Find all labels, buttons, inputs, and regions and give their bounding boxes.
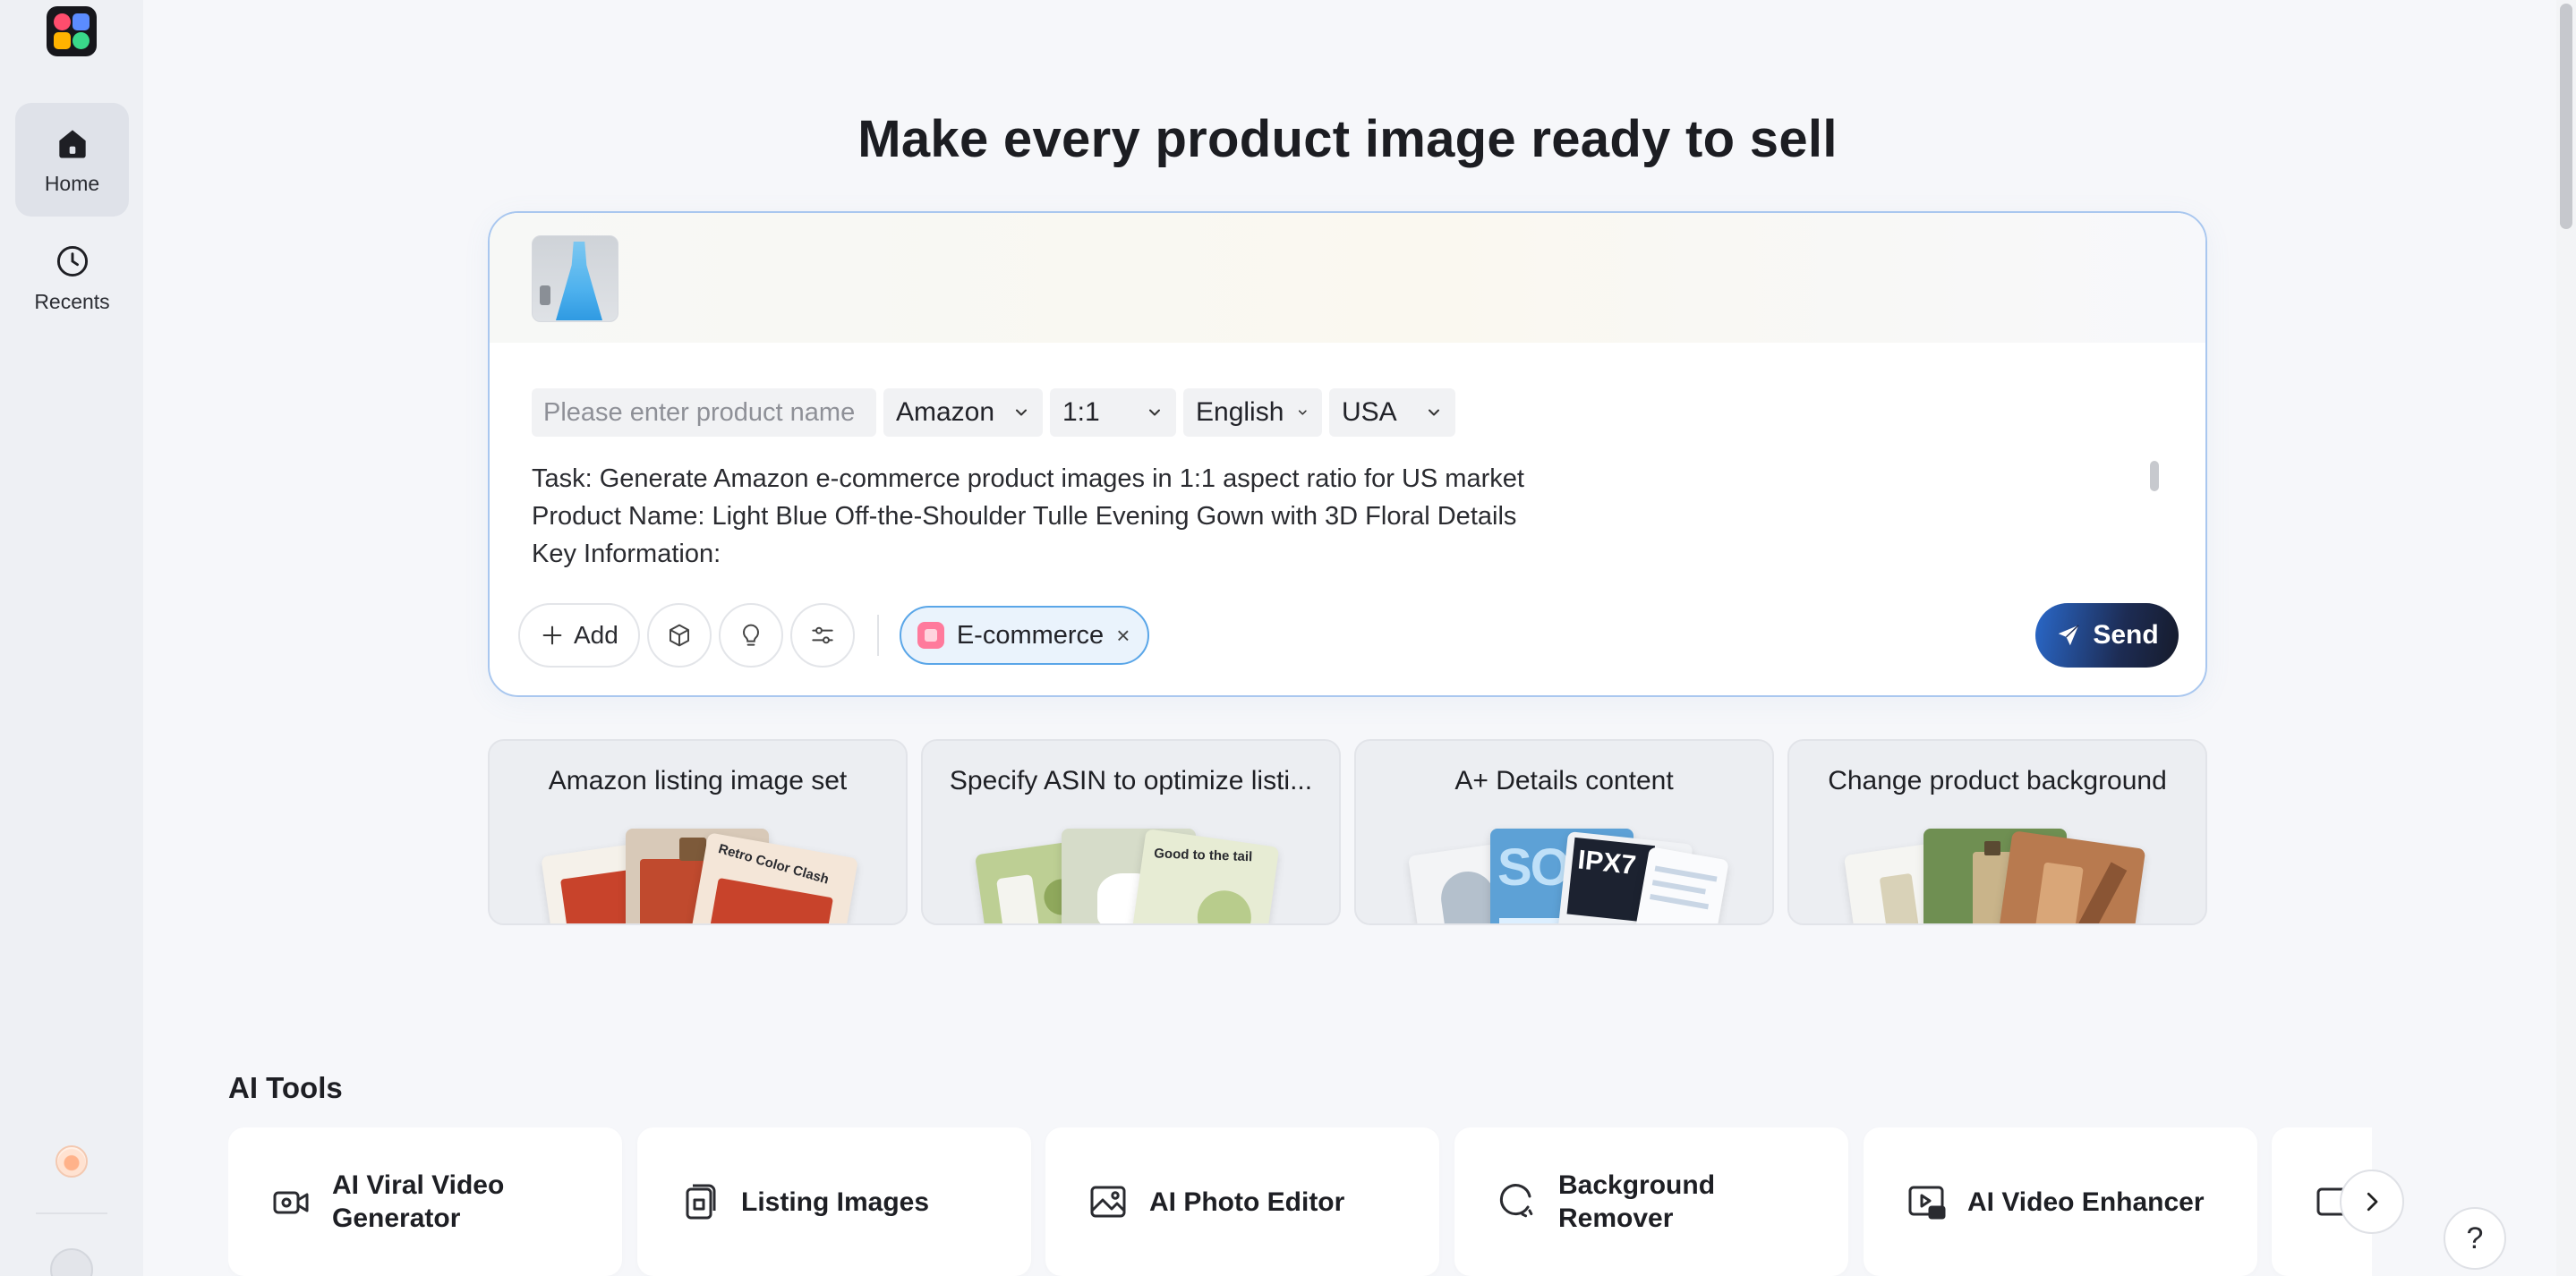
- tool-label: Listing Images: [741, 1187, 930, 1217]
- clock-icon: [56, 245, 88, 277]
- tool-listing-images[interactable]: Listing Images: [637, 1127, 1031, 1276]
- page-title: Make every product image ready to sell: [857, 110, 1838, 168]
- region-select[interactable]: USA: [1329, 388, 1455, 437]
- sidebar-item-recents[interactable]: Recents: [15, 221, 129, 335]
- sliders-icon: [812, 626, 833, 644]
- home-icon: [58, 130, 86, 158]
- template-card-title: Change product background: [1828, 766, 2167, 795]
- region-select-value: USA: [1342, 397, 1397, 427]
- close-icon[interactable]: ×: [1116, 622, 1130, 650]
- add-button[interactable]: Add: [518, 603, 640, 668]
- chevron-down-icon: [1299, 410, 1308, 415]
- ecommerce-tag-icon: [917, 622, 944, 649]
- template-card-asin-optimize[interactable]: Specify ASIN to optimize listi... Good t…: [921, 739, 1341, 925]
- template-card-a-plus-content[interactable]: A+ Details content SO IPX7: [1354, 739, 1774, 925]
- help-button[interactable]: ?: [2444, 1207, 2506, 1270]
- product-thumbnail[interactable]: [532, 235, 618, 322]
- prompt-composer: Amazon 1:1 English USA Task: Generate Am…: [488, 211, 2207, 697]
- chevron-down-icon: [1149, 409, 1160, 416]
- product-name-input[interactable]: [532, 388, 876, 437]
- ai-tools-carousel: AI Viral Video Generator Listing Images …: [228, 1127, 2372, 1276]
- plus-icon: [542, 625, 562, 645]
- tool-label: AI Viral Video Generator: [332, 1170, 505, 1233]
- template-card-title: Amazon listing image set: [548, 766, 848, 795]
- sidebar-item-label: Recents: [34, 290, 110, 313]
- template-cards: Amazon listing image set Retro Color Cla…: [488, 739, 2207, 925]
- page-scrollbar-thumb[interactable]: [2560, 4, 2572, 229]
- add-button-label: Add: [574, 621, 618, 649]
- inspiration-button[interactable]: [718, 603, 783, 668]
- prompt-scrollbar[interactable]: [2150, 461, 2159, 491]
- tool-background-remover[interactable]: Background Remover: [1454, 1127, 1848, 1276]
- tool-label: AI Photo Editor: [1149, 1187, 1345, 1217]
- language-select-value: English: [1196, 397, 1284, 427]
- background-remover-icon: [1499, 1184, 1533, 1218]
- avatar[interactable]: [50, 1248, 93, 1276]
- template-card-amazon-listing[interactable]: Amazon listing image set Retro Color Cla…: [488, 739, 908, 925]
- app-logo[interactable]: [47, 6, 97, 56]
- tool-ai-video-enhancer[interactable]: AI Video Enhancer: [1864, 1127, 2257, 1276]
- tools-next-button[interactable]: [2340, 1170, 2404, 1234]
- attachment-area: [490, 213, 2205, 343]
- tool-ai-viral-video-generator[interactable]: AI Viral Video Generator: [228, 1127, 622, 1276]
- settings-sliders-button[interactable]: [789, 603, 855, 668]
- ecommerce-tag[interactable]: E-commerce ×: [899, 606, 1150, 665]
- sidebar: Home Recents: [0, 0, 143, 1276]
- lightbulb-icon: [742, 624, 759, 646]
- composer-toolbar: Add E-commerce ×: [518, 603, 1150, 668]
- ratio-select[interactable]: 1:1: [1050, 388, 1176, 437]
- product-options-row: Amazon 1:1 English USA: [532, 388, 1455, 437]
- template-card-change-background[interactable]: Change product background: [1787, 739, 2207, 925]
- tool-ai-photo-editor[interactable]: AI Photo Editor: [1045, 1127, 1439, 1276]
- send-button[interactable]: Send: [2035, 603, 2179, 668]
- ratio-select-value: 1:1: [1062, 397, 1100, 427]
- send-icon: [2059, 625, 2080, 646]
- platform-select[interactable]: Amazon: [883, 388, 1043, 437]
- tool-label: AI Video Enhancer: [1967, 1187, 2205, 1217]
- ai-tools-title: AI Tools: [228, 1071, 343, 1104]
- platform-select-value: Amazon: [896, 397, 995, 427]
- sidebar-item-label: Home: [44, 172, 100, 195]
- sidebar-item-home[interactable]: Home: [15, 103, 129, 217]
- prompt-textarea[interactable]: Task: Generate Amazon e-commerce product…: [532, 460, 2089, 573]
- template-art-text: Good to the tail: [1154, 846, 1253, 865]
- chevron-right-icon: [2367, 1192, 2378, 1212]
- chevron-down-icon: [1016, 409, 1027, 416]
- toolbar-divider: [876, 615, 879, 656]
- send-button-label: Send: [2093, 620, 2159, 650]
- chevron-down-icon: [1429, 409, 1439, 416]
- photo-editor-icon: [1090, 1186, 1126, 1218]
- video-camera-icon: [273, 1191, 309, 1214]
- template-art-text: IPX7: [1576, 845, 1638, 881]
- language-select[interactable]: English: [1183, 388, 1322, 437]
- hd-video-icon: [1908, 1186, 1946, 1220]
- ecommerce-tag-label: E-commerce: [956, 620, 1105, 650]
- product-3d-button[interactable]: [646, 603, 712, 668]
- template-card-title: A+ Details content: [1454, 766, 1674, 795]
- cube-icon: [669, 624, 689, 647]
- credits-icon[interactable]: [55, 1145, 88, 1178]
- template-card-title: Specify ASIN to optimize listi...: [949, 766, 1313, 795]
- tool-label: Background Remover: [1558, 1170, 1716, 1233]
- listing-images-icon: [686, 1184, 716, 1220]
- sidebar-divider: [36, 1212, 107, 1214]
